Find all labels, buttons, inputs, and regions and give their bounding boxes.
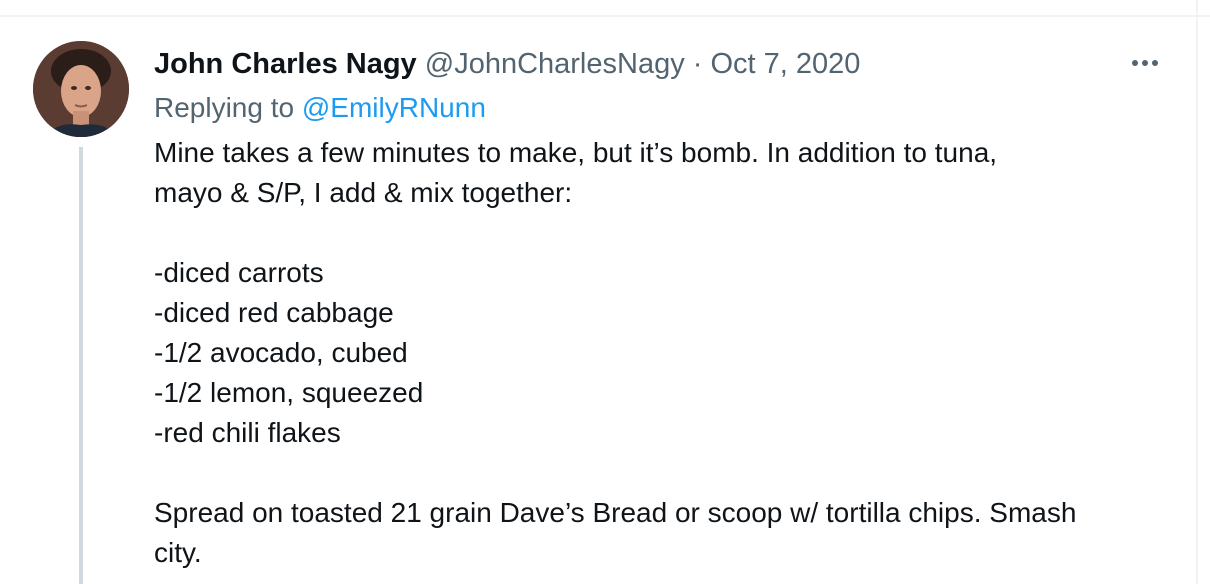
tweet-line: -red chili flakes xyxy=(154,417,341,448)
tweet-line: -1/2 avocado, cubed xyxy=(154,337,408,368)
tweet-line: -1/2 lemon, squeezed xyxy=(154,377,424,408)
replying-to: Replying to @EmilyRNunn xyxy=(154,89,486,127)
avatar[interactable] xyxy=(33,41,129,137)
replying-prefix: Replying to xyxy=(154,92,295,123)
ellipsis-icon[interactable] xyxy=(1126,52,1164,74)
thread-line xyxy=(79,147,83,584)
tweet-line: -diced red cabbage xyxy=(154,297,394,328)
tweet-line: Spread on toasted 21 grain Dave’s Bread … xyxy=(154,497,1077,528)
tweet-line xyxy=(154,453,1184,493)
handle[interactable]: @JohnCharlesNagy xyxy=(425,48,685,80)
tweet-line: -diced carrots xyxy=(154,257,324,288)
right-divider xyxy=(1196,0,1198,584)
tweet-line: city. xyxy=(154,537,202,568)
tweet-line xyxy=(154,213,1184,253)
tweet-date[interactable]: Oct 7, 2020 xyxy=(711,48,861,80)
tweet-line: mayo & S/P, I add & mix together: xyxy=(154,177,573,208)
separator-dot: · xyxy=(692,48,703,80)
tweet-header: John Charles Nagy @JohnCharlesNagy · Oct… xyxy=(154,44,860,84)
tweet-card: John Charles Nagy @JohnCharlesNagy · Oct… xyxy=(0,0,1210,584)
tweet-text: Mine takes a few minutes to make, but it… xyxy=(154,133,1184,573)
tweet-line: Mine takes a few minutes to make, but it… xyxy=(154,137,998,168)
top-divider xyxy=(0,15,1210,17)
display-name[interactable]: John Charles Nagy xyxy=(154,48,417,80)
replying-mention-link[interactable]: @EmilyRNunn xyxy=(302,92,486,123)
